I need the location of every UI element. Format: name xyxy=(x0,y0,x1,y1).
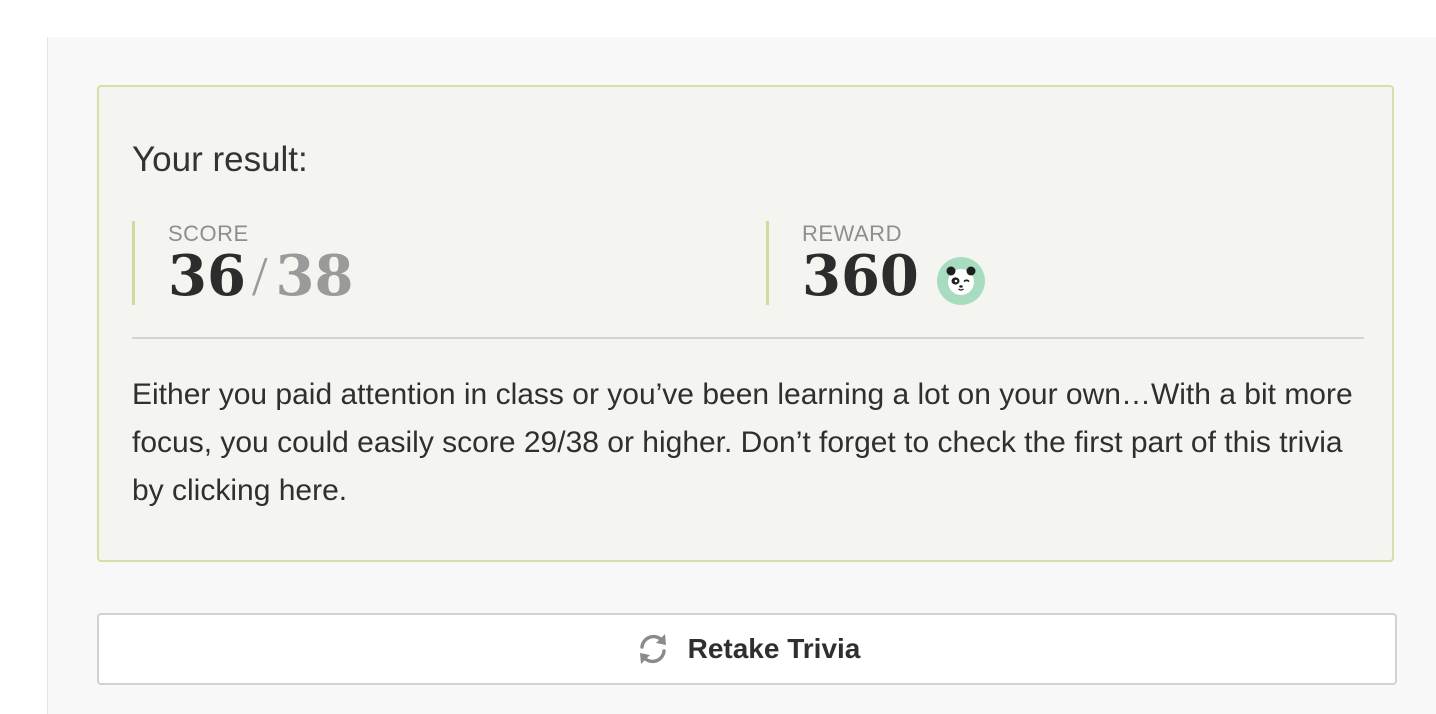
score-total: 38 xyxy=(275,243,354,309)
result-title: Your result: xyxy=(132,140,308,179)
refresh-icon xyxy=(634,630,672,668)
reward-stat: REWARD 360 xyxy=(766,221,1326,309)
reward-value: 360 xyxy=(802,243,919,309)
result-message: Either you paid attention in class or yo… xyxy=(132,378,1353,507)
divider xyxy=(132,337,1364,339)
score-value: 36 xyxy=(168,243,246,309)
panda-icon xyxy=(936,257,985,305)
retake-trivia-button[interactable]: Retake Trivia xyxy=(97,613,1397,685)
score-stat: SCORE 36/38 xyxy=(132,221,732,309)
score-separator: / xyxy=(251,246,268,308)
retake-label: Retake Trivia xyxy=(687,633,861,664)
score-value-group: 36/38 xyxy=(168,243,353,310)
result-card: Your result: SCORE 36/38 REWARD 360 Eith… xyxy=(97,85,1394,562)
reward-row: 360 xyxy=(802,243,985,309)
